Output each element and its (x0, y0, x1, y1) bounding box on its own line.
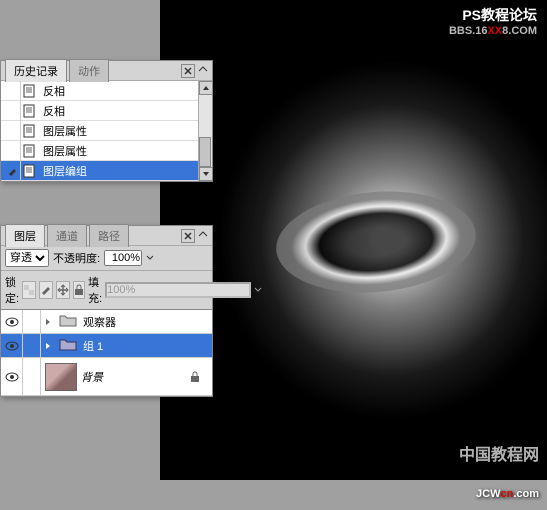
tab-actions[interactable]: 动作 (69, 59, 109, 82)
eye-icon (5, 372, 19, 382)
lock-label: 锁定: (5, 274, 19, 306)
scroll-thumb[interactable] (199, 137, 211, 167)
expand-toggle[interactable] (41, 342, 55, 350)
history-item-label: 图层属性 (43, 123, 87, 139)
history-list: 反相 反相 图层属性 图层属性 (1, 81, 212, 181)
history-item-label: 反相 (43, 83, 65, 99)
layer-name[interactable]: 观察器 (83, 314, 212, 330)
visibility-toggle[interactable] (1, 358, 23, 395)
layer-row[interactable]: 组 1 (1, 334, 212, 358)
opacity-input[interactable] (104, 250, 142, 266)
visibility-toggle[interactable] (1, 334, 23, 357)
layers-panel: 图层 通道 路径 穿透 不透明度: 锁定: 填充: (0, 225, 213, 397)
history-brush-icon[interactable] (5, 161, 21, 181)
document-icon (21, 164, 37, 178)
scroll-up-icon[interactable] (199, 81, 213, 95)
history-item-label: 图层编组 (43, 163, 87, 179)
lock-paint-icon[interactable] (39, 281, 53, 299)
folder-icon (59, 337, 79, 355)
history-panel: 历史记录 动作 反相 反相 图层属性 (0, 60, 213, 182)
panel-menu-icon[interactable] (198, 231, 208, 241)
history-item-label: 反相 (43, 103, 65, 119)
fill-input (105, 282, 251, 298)
history-item[interactable]: 图层属性 (1, 121, 212, 141)
scrollbar[interactable] (198, 81, 212, 181)
panel-menu-icon[interactable] (198, 66, 208, 76)
tab-history[interactable]: 历史记录 (5, 59, 67, 82)
layer-name[interactable]: 组 1 (83, 338, 212, 354)
blend-mode-select[interactable]: 穿透 (5, 249, 49, 267)
history-item[interactable]: 图层编组 (1, 161, 212, 181)
document-icon (21, 144, 37, 158)
opacity-label: 不透明度: (53, 250, 100, 266)
visibility-toggle[interactable] (1, 310, 23, 333)
close-icon[interactable] (181, 64, 195, 78)
eye-icon (5, 341, 19, 351)
document-icon (21, 124, 37, 138)
watermark-jcw: JCWcn.com (476, 472, 539, 504)
scroll-down-icon[interactable] (199, 167, 213, 181)
tab-layers[interactable]: 图层 (5, 224, 45, 247)
watermark-url: BBS.16XX8.COM (449, 22, 537, 37)
layer-thumbnail[interactable] (45, 363, 77, 391)
tab-channels[interactable]: 通道 (47, 224, 87, 247)
document-icon (21, 104, 37, 118)
layer-row[interactable]: 背景 (1, 358, 212, 396)
layer-name[interactable]: 背景 (81, 369, 190, 385)
lock-icon (190, 371, 206, 383)
layers-list: 观察器 组 1 背景 (1, 310, 212, 396)
layer-row[interactable]: 观察器 (1, 310, 212, 334)
dropdown-icon[interactable] (254, 285, 262, 295)
watermark-cn: 中国教程网 (459, 441, 539, 465)
eye-icon (5, 317, 19, 327)
expand-toggle[interactable] (41, 318, 55, 326)
folder-icon (59, 313, 79, 331)
history-item[interactable]: 图层属性 (1, 141, 212, 161)
document-canvas[interactable] (160, 0, 547, 480)
lock-all-icon[interactable] (73, 281, 85, 299)
dropdown-icon[interactable] (146, 253, 154, 263)
tab-paths[interactable]: 路径 (89, 224, 129, 247)
lock-position-icon[interactable] (56, 281, 70, 299)
history-item[interactable]: 反相 (1, 101, 212, 121)
history-item[interactable]: 反相 (1, 81, 212, 101)
fill-label: 填充: (88, 274, 102, 306)
lock-transparent-icon[interactable] (22, 281, 36, 299)
history-item-label: 图层属性 (43, 143, 87, 159)
document-icon (21, 84, 37, 98)
close-icon[interactable] (181, 229, 195, 243)
